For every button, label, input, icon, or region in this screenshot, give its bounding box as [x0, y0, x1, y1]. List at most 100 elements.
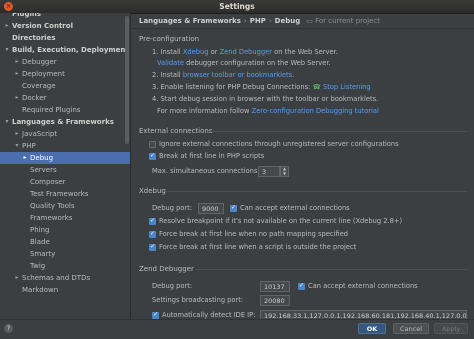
force-break-no-path-checkbox[interactable] — [149, 230, 156, 238]
dialog-footer: ? OK Cancel Apply — [0, 319, 474, 339]
force-break-no-path-label: Force break at first line when no path m… — [159, 230, 349, 238]
sidebar-item-label: Build, Execution, Deployment — [12, 46, 129, 54]
breadcrumb-item: PHP — [249, 17, 266, 25]
ignore-external-checkbox[interactable] — [149, 141, 156, 148]
sidebar-item-directories[interactable]: Directories — [0, 32, 130, 44]
sidebar-item-deployment[interactable]: ▸ Deployment — [0, 68, 130, 80]
collapsed-arrow-icon[interactable]: ▸ — [3, 20, 11, 32]
sidebar-item-javascript[interactable]: ▸ JavaScript — [0, 128, 130, 140]
sidebar-item-debug[interactable]: ▸ Debug — [0, 152, 130, 164]
window-titlebar: × Settings — [0, 0, 474, 14]
sidebar-item-label: Deployment — [22, 70, 65, 78]
sidebar-item-schemas-and-dtds[interactable]: ▸ Schemas and DTDs — [0, 272, 130, 284]
sidebar-item-label: Debugger — [22, 58, 57, 66]
collapsed-arrow-icon[interactable]: ▸ — [13, 272, 21, 284]
sidebar-item-build-execution-deployment[interactable]: ▾ Build, Execution, Deployment — [0, 44, 130, 56]
debug-settings-panel: Pre-configuration 1. Install Xdebug or Z… — [131, 30, 474, 319]
max-connections-label: Max. simultaneous connections: — [152, 167, 260, 175]
project-icon: ▭ — [306, 17, 316, 25]
sidebar-item-blade[interactable]: Blade — [0, 236, 130, 248]
sidebar-item-phing[interactable]: Phing — [0, 224, 130, 236]
sidebar-item-label: Smarty — [30, 250, 56, 258]
auto-detect-ip-checkbox[interactable] — [152, 311, 159, 319]
sidebar-item-label: Docker — [22, 94, 47, 102]
sidebar-item-label: Servers — [30, 166, 57, 174]
breadcrumb-separator: › — [243, 17, 247, 25]
validate-link[interactable]: Validate — [157, 59, 184, 67]
sidebar-item-label: Frameworks — [30, 214, 73, 222]
browser-toolbar-link[interactable]: browser toolbar or bookmarklets — [183, 71, 292, 79]
zend-debugger-title: Zend Debugger — [139, 265, 194, 273]
max-connections-spinner[interactable]: ▲ ▼ — [280, 166, 289, 177]
tree-scrollbar[interactable] — [125, 16, 129, 144]
break-first-line-checkbox[interactable] — [149, 152, 156, 160]
ok-button[interactable]: OK — [358, 323, 386, 334]
preconfig-step-2: 2. Install browser toolbar or bookmarkle… — [152, 71, 295, 79]
breadcrumb-item: Debug — [274, 17, 301, 25]
sidebar-item-label: Quality Tools — [30, 202, 75, 210]
zend-accept-external-checkbox[interactable] — [298, 282, 305, 290]
cancel-button[interactable]: Cancel — [393, 323, 429, 334]
breadcrumb: Languages & Frameworks › PHP › Debug ▭ For cu… — [130, 13, 474, 29]
sidebar-item-test-frameworks[interactable]: Test Frameworks — [0, 188, 130, 200]
section-divider — [195, 269, 467, 270]
sidebar-item-composer[interactable]: Composer — [0, 176, 130, 188]
expanded-arrow-icon[interactable]: ▾ — [3, 44, 11, 56]
xdebug-port-field[interactable]: 9000 — [198, 203, 224, 214]
sidebar-item-markdown[interactable]: Markdown — [0, 284, 130, 296]
sidebar-item-debugger[interactable]: ▸ Debugger — [0, 56, 130, 68]
help-icon[interactable]: ? — [4, 324, 13, 333]
sidebar-item-php[interactable]: ▾ PHP — [0, 140, 130, 152]
sidebar-item-languages-frameworks[interactable]: ▾ Languages & Frameworks — [0, 116, 130, 128]
collapsed-arrow-icon[interactable]: ▸ — [13, 128, 21, 140]
sidebar-item-quality-tools[interactable]: Quality Tools — [0, 200, 130, 212]
sidebar-item-frameworks[interactable]: Frameworks — [0, 212, 130, 224]
phone-listen-icon: ☎ — [312, 83, 321, 91]
sidebar-item-docker[interactable]: ▸ Docker — [0, 92, 130, 104]
window-title: Settings — [219, 2, 255, 11]
zend-port-label: Debug port: — [152, 282, 193, 290]
xdebug-port-label: Debug port: — [152, 204, 193, 212]
sidebar-item-label: Required Plugins — [22, 106, 81, 114]
resolve-breakpoint-checkbox[interactable] — [149, 217, 156, 225]
resolve-breakpoint-label: Resolve breakpoint if it's not available… — [159, 217, 403, 225]
sidebar-item-plugins[interactable]: Plugins — [0, 13, 130, 20]
sidebar-item-label: Schemas and DTDs — [22, 274, 91, 282]
zend-debugger-link[interactable]: Zend Debugger — [220, 48, 272, 56]
collapsed-arrow-icon[interactable]: ▸ — [13, 92, 21, 104]
collapsed-arrow-icon[interactable]: ▸ — [21, 152, 29, 164]
sidebar-item-smarty[interactable]: Smarty — [0, 248, 130, 260]
section-divider — [165, 191, 467, 192]
auto-detect-ip-field[interactable]: 192.168.33.1,127.0.0.1,192.168.60.181,19… — [260, 310, 467, 319]
breadcrumb-separator: › — [268, 17, 272, 25]
xdebug-link[interactable]: Xdebug — [183, 48, 209, 56]
zero-config-tutorial-link[interactable]: Zero-configuration Debugging tutorial — [252, 107, 379, 115]
collapsed-arrow-icon[interactable]: ▸ — [13, 68, 21, 80]
sidebar-item-label: Version Control — [12, 22, 73, 30]
max-connections-field[interactable]: 3 — [258, 166, 280, 177]
zend-port-field[interactable]: 10137 — [260, 281, 290, 292]
sidebar-item-twig[interactable]: Twig — [0, 260, 130, 272]
sidebar-item-coverage[interactable]: Coverage — [0, 80, 130, 92]
project-scope-note: ▭ For current project — [306, 17, 380, 25]
xdebug-title: Xdebug — [139, 187, 166, 195]
xdebug-accept-external-checkbox[interactable] — [230, 204, 237, 212]
collapsed-arrow-icon[interactable]: ▸ — [13, 56, 21, 68]
preconfig-step-4: 4. Start debug session in browser with t… — [152, 95, 379, 103]
force-break-outside-checkbox[interactable] — [149, 243, 156, 251]
sidebar-item-required-plugins[interactable]: Required Plugins — [0, 104, 130, 116]
expanded-arrow-icon[interactable]: ▾ — [3, 116, 11, 128]
sidebar-item-version-control[interactable]: ▸ Version Control — [0, 20, 130, 32]
preconfig-title: Pre-configuration — [139, 35, 200, 43]
xdebug-accept-external-label: Can accept external connections — [240, 204, 350, 212]
apply-button[interactable]: Apply — [434, 323, 468, 334]
expanded-arrow-icon[interactable]: ▾ — [13, 140, 21, 152]
zend-accept-external-label: Can accept external connections — [308, 282, 418, 290]
preconfig-step-3: 3. Enable listening for PHP Debug Connec… — [152, 83, 371, 91]
sidebar-item-servers[interactable]: Servers — [0, 164, 130, 176]
stop-listening-link[interactable]: Stop Listening — [323, 83, 371, 91]
preconfig-step-1-validate: Validate debugger configuration on the W… — [157, 59, 331, 67]
zend-broadcast-field[interactable]: 20080 — [260, 295, 290, 306]
auto-detect-ip-label: Automatically detect IDE IP: — [162, 311, 256, 319]
breadcrumb-item: Languages & Frameworks — [139, 17, 241, 25]
